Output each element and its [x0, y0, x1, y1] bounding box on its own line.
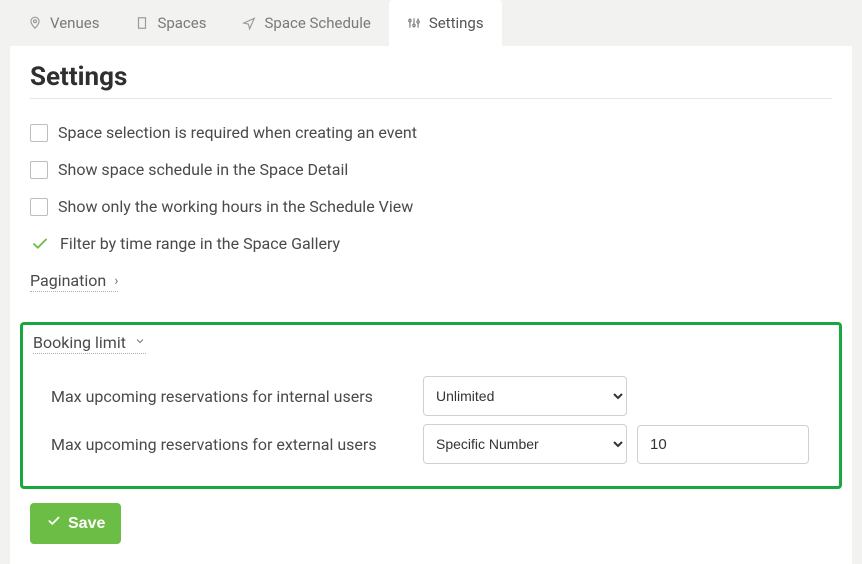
save-button[interactable]: Save [30, 503, 121, 544]
external-select[interactable]: Specific Number [423, 424, 627, 464]
page-title: Settings [30, 62, 832, 92]
chevron-right-icon: › [114, 273, 118, 289]
paperplane-icon [242, 16, 256, 30]
chevron-down-icon [134, 335, 146, 351]
tab-venues[interactable]: Venues [10, 0, 117, 46]
check-icon [46, 514, 62, 533]
tab-label: Venues [50, 14, 99, 32]
option-label: Space selection is required when creatin… [58, 123, 417, 142]
pin-icon [28, 16, 42, 30]
option-label: Show only the working hours in the Sched… [58, 197, 413, 216]
option-label: Filter by time range in the Space Galler… [60, 234, 340, 253]
tab-space-schedule[interactable]: Space Schedule [224, 0, 388, 46]
internal-select[interactable]: Unlimited [423, 376, 627, 416]
option-filter-by-time-range[interactable]: Filter by time range in the Space Galler… [30, 234, 832, 253]
tab-label: Spaces [157, 14, 206, 32]
save-label: Save [68, 515, 105, 533]
building-icon [135, 16, 149, 30]
section-pagination[interactable]: Pagination › [30, 271, 118, 292]
section-label: Pagination [30, 271, 106, 290]
option-show-working-hours[interactable]: Show only the working hours in the Sched… [30, 197, 832, 216]
tab-label: Space Schedule [264, 14, 370, 32]
option-label: Show space schedule in the Space Detail [58, 160, 348, 179]
booking-limit-highlight: Booking limit Max upcoming reservations … [20, 322, 842, 489]
section-label: Booking limit [33, 333, 126, 352]
tab-bar: Venues Spaces Space Schedule Settings [0, 0, 862, 46]
option-show-space-schedule[interactable]: Show space schedule in the Space Detail [30, 160, 832, 179]
internal-label: Max upcoming reservations for internal u… [51, 387, 413, 406]
sliders-icon [407, 16, 421, 30]
section-booking-limit[interactable]: Booking limit [33, 333, 146, 354]
settings-panel: Settings Space selection is required whe… [10, 46, 852, 564]
external-number-input[interactable] [637, 425, 809, 464]
tab-label: Settings [429, 14, 484, 32]
external-label: Max upcoming reservations for external u… [51, 435, 413, 454]
row-internal-reservations: Max upcoming reservations for internal u… [51, 376, 829, 416]
checkbox-icon[interactable] [30, 198, 48, 216]
row-external-reservations: Max upcoming reservations for external u… [51, 424, 829, 464]
tab-spaces[interactable]: Spaces [117, 0, 224, 46]
checkbox-icon[interactable] [30, 161, 48, 179]
check-icon [30, 235, 50, 253]
tab-settings[interactable]: Settings [389, 0, 502, 46]
divider [30, 98, 832, 99]
checkbox-icon[interactable] [30, 124, 48, 142]
option-space-selection-required[interactable]: Space selection is required when creatin… [30, 123, 832, 142]
